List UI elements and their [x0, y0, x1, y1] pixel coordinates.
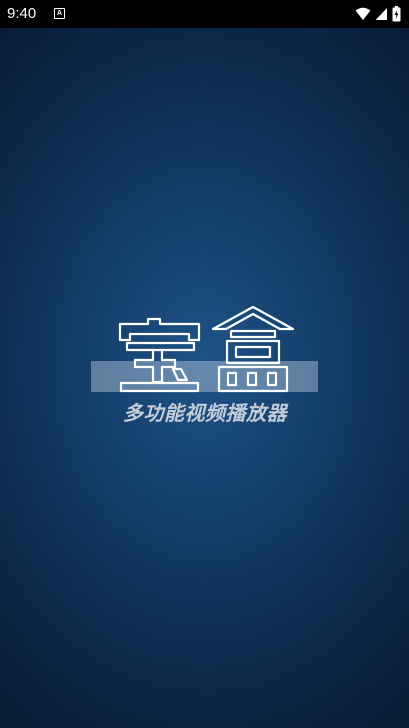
splash-screen: 多功能视频播放器 [0, 28, 409, 728]
signal-icon [375, 8, 387, 20]
battery-charging-icon [392, 6, 401, 22]
status-icons [355, 6, 401, 22]
accessibility-a-icon: A [54, 8, 65, 19]
app-tagline: 多功能视频播放器 [123, 401, 287, 425]
status-bar: 9:40 A [0, 0, 409, 28]
status-clock: 9:40 [7, 5, 37, 22]
app-logo [118, 305, 295, 393]
wifi-icon [355, 7, 371, 20]
